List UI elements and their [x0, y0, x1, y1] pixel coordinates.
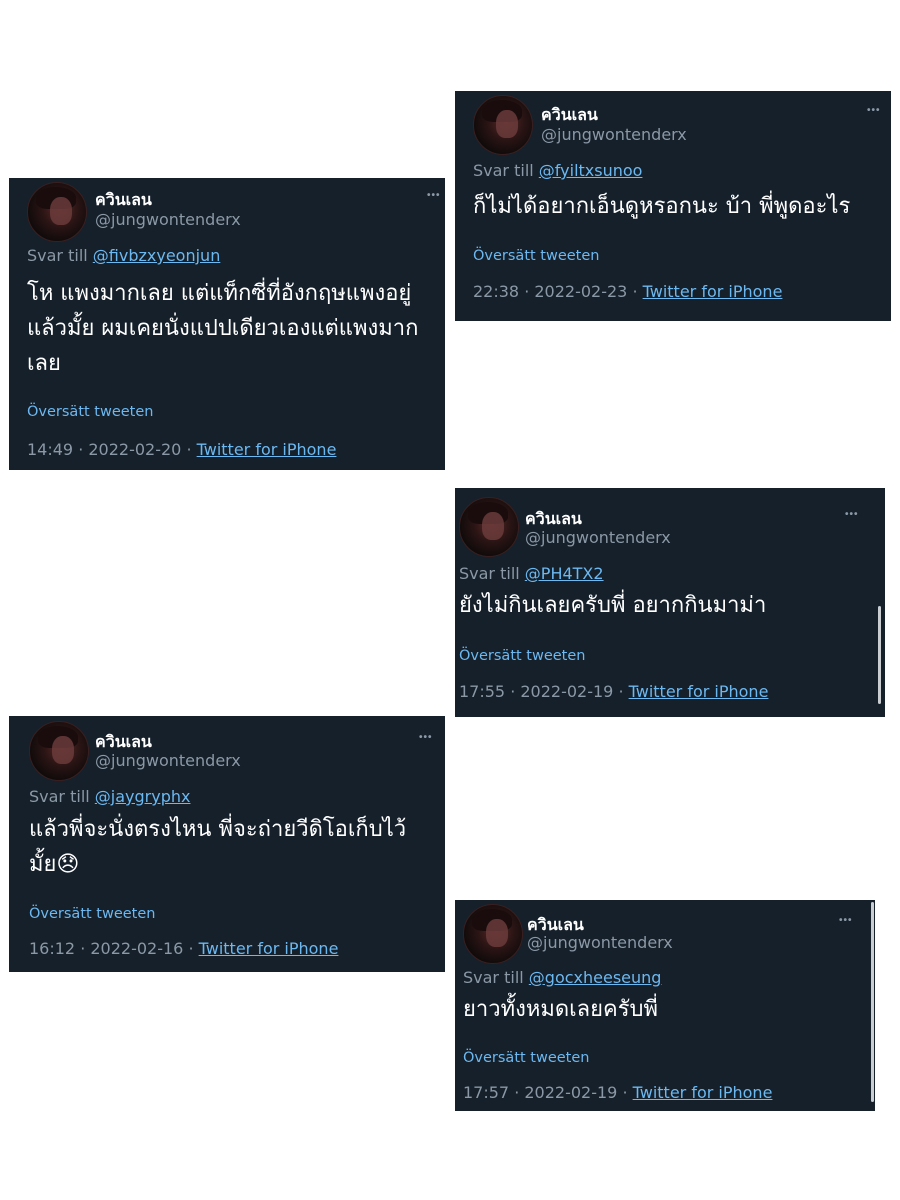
handle[interactable]: @jungwontenderx — [525, 528, 671, 547]
timestamp[interactable]: 16:12 · 2022-02-16 · — [29, 939, 199, 958]
translate-tweet-link[interactable]: Översätt tweeten — [463, 1050, 589, 1066]
reply-line: Svar till @gocxheeseung — [463, 968, 661, 987]
tweet-meta: 22:38 · 2022-02-23 · Twitter for iPhone — [473, 282, 782, 301]
timestamp[interactable]: 17:57 · 2022-02-19 · — [463, 1083, 633, 1102]
tweet-text-line: โห แพงมากเลย แต่แท็กซี่ที่อังกฤษแพงอยู่ — [27, 281, 412, 306]
tweet-card[interactable]: ควินเลน @jungwontenderx ••• Svar till @f… — [455, 91, 891, 321]
translate-tweet-link[interactable]: Översätt tweeten — [29, 906, 155, 922]
tweet-card[interactable]: ควินเลน @jungwontenderx ••• Svar till @j… — [9, 716, 445, 972]
reply-line: Svar till @fyiltxsunoo — [473, 161, 642, 180]
reply-mention-link[interactable]: @gocxheeseung — [529, 968, 662, 987]
tweet-text-line: แล้วพี่จะนั่งตรงไหน พี่จะถ่ายวีดิโอเก็บไ… — [29, 817, 407, 842]
tweet-card[interactable]: ควินเลน @jungwontenderx ••• Svar till @P… — [455, 488, 885, 717]
avatar[interactable] — [27, 182, 87, 242]
translate-tweet-link[interactable]: Översätt tweeten — [27, 404, 153, 420]
tweet-card[interactable]: ควินเลน @jungwontenderx ••• Svar till @g… — [455, 900, 875, 1111]
tweet-meta: 14:49 · 2022-02-20 · Twitter for iPhone — [27, 440, 336, 459]
handle[interactable]: @jungwontenderx — [527, 933, 673, 952]
reply-mention-link[interactable]: @fivbzxyeonjun — [93, 246, 221, 265]
tweet-text-line: แล้วมั้ย ผมเคยนั่งแปปเดียวเองแต่แพงมาก — [27, 316, 419, 341]
reply-prefix: Svar till — [29, 787, 90, 806]
tweet-meta: 17:57 · 2022-02-19 · Twitter for iPhone — [463, 1083, 772, 1102]
avatar[interactable] — [473, 95, 533, 155]
source-link[interactable]: Twitter for iPhone — [633, 1083, 773, 1102]
handle[interactable]: @jungwontenderx — [95, 751, 241, 770]
tweet-text-line: ก็ไม่ได้อยากเอ็นดูหรอกนะ บ้า พี่พูดอะไร — [473, 194, 851, 219]
source-link[interactable]: Twitter for iPhone — [197, 440, 337, 459]
timestamp[interactable]: 14:49 · 2022-02-20 · — [27, 440, 197, 459]
reply-prefix: Svar till — [473, 161, 534, 180]
handle[interactable]: @jungwontenderx — [95, 210, 241, 229]
reply-mention-link[interactable]: @fyiltxsunoo — [539, 161, 643, 180]
tweet-text: แล้วพี่จะนั่งตรงไหน พี่จะถ่ายวีดิโอเก็บไ… — [29, 812, 406, 882]
tweet-meta: 16:12 · 2022-02-16 · Twitter for iPhone — [29, 939, 338, 958]
avatar[interactable] — [29, 721, 89, 781]
reply-line: Svar till @PH4TX2 — [459, 564, 604, 583]
tweet-text-line: ยาวทั้งหมดเลยครับพี่ — [463, 997, 659, 1022]
scrollbar[interactable] — [878, 606, 881, 704]
reply-line: Svar till @jaygryphx — [29, 787, 190, 806]
timestamp[interactable]: 17:55 · 2022-02-19 · — [459, 682, 629, 701]
tweet-meta: 17:55 · 2022-02-19 · Twitter for iPhone — [459, 682, 768, 701]
reply-prefix: Svar till — [459, 564, 520, 583]
more-options-icon[interactable]: ••• — [845, 509, 859, 520]
more-options-icon[interactable]: ••• — [427, 190, 441, 201]
reply-line: Svar till @fivbzxyeonjun — [27, 246, 220, 265]
more-options-icon[interactable]: ••• — [867, 105, 881, 116]
reply-mention-link[interactable]: @PH4TX2 — [525, 564, 604, 583]
handle[interactable]: @jungwontenderx — [541, 125, 687, 144]
reply-mention-link[interactable]: @jaygryphx — [95, 787, 191, 806]
tweet-text-line: ยังไม่กินเลยครับพี่ อยากกินมาม่า — [459, 593, 767, 618]
more-options-icon[interactable]: ••• — [419, 732, 433, 743]
tweet-card[interactable]: ควินเลน @jungwontenderx ••• Svar till @f… — [9, 178, 445, 470]
translate-tweet-link[interactable]: Översätt tweeten — [473, 248, 599, 264]
avatar[interactable] — [463, 904, 523, 964]
tweet-text: โห แพงมากเลย แต่แท็กซี่ที่อังกฤษแพงอยู่ … — [27, 276, 418, 381]
tweet-text-line: เลย — [27, 351, 61, 376]
tweet-text: ยาวทั้งหมดเลยครับพี่ — [463, 992, 658, 1027]
avatar[interactable] — [459, 497, 519, 557]
more-options-icon[interactable]: ••• — [839, 915, 853, 926]
reply-prefix: Svar till — [27, 246, 88, 265]
timestamp[interactable]: 22:38 · 2022-02-23 · — [473, 282, 643, 301]
source-link[interactable]: Twitter for iPhone — [199, 939, 339, 958]
source-link[interactable]: Twitter for iPhone — [643, 282, 783, 301]
tweet-text-line: มั้ย😞 — [29, 852, 80, 877]
scrollbar[interactable] — [871, 902, 874, 1102]
tweet-text: ก็ไม่ได้อยากเอ็นดูหรอกนะ บ้า พี่พูดอะไร — [473, 189, 850, 224]
reply-prefix: Svar till — [463, 968, 524, 987]
source-link[interactable]: Twitter for iPhone — [629, 682, 769, 701]
tweet-text: ยังไม่กินเลยครับพี่ อยากกินมาม่า — [459, 588, 766, 623]
translate-tweet-link[interactable]: Översätt tweeten — [459, 648, 585, 664]
